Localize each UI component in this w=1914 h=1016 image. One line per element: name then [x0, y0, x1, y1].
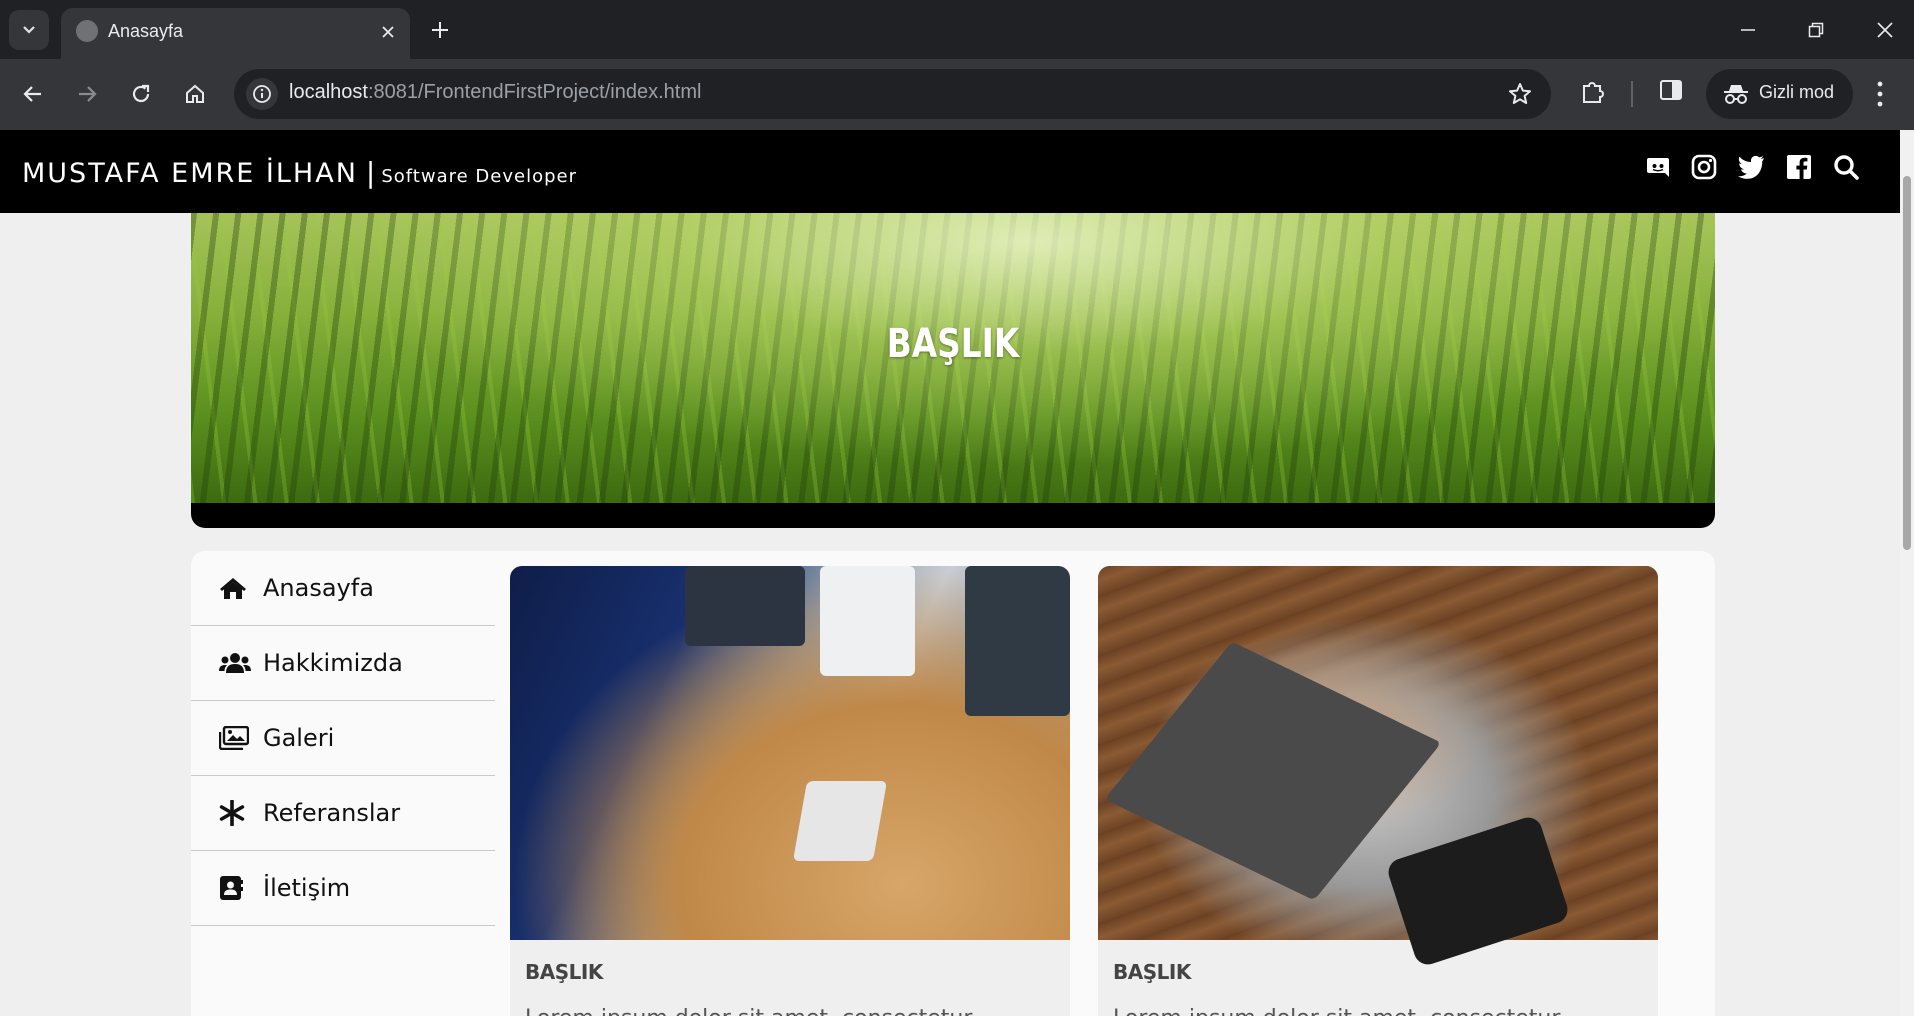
brand-subtitle: Software Developer: [381, 166, 577, 187]
card-title: BAŞLIK: [1113, 960, 1191, 984]
arrow-left-icon: [23, 86, 41, 102]
tab-close-button[interactable]: [375, 19, 401, 45]
phone-shape: [1384, 813, 1572, 969]
new-tab-button[interactable]: [425, 15, 455, 45]
more-vertical-icon: [1877, 81, 1883, 107]
brand-separator: |: [365, 156, 376, 189]
incognito-icon: [1724, 85, 1748, 104]
search-button[interactable]: [1832, 153, 1860, 185]
globe-icon: [76, 20, 98, 42]
restore-icon: [1808, 22, 1824, 38]
laptop-keyboard-shape: [1104, 641, 1442, 901]
puzzle-icon: [1583, 82, 1604, 103]
close-window-button[interactable]: [1862, 10, 1908, 50]
menu-label: Referanslar: [263, 799, 401, 827]
menu-item-galeri[interactable]: Galeri: [191, 701, 495, 776]
banner-title: BAŞLIK: [886, 321, 1020, 367]
url-text[interactable]: localhost:8081/FrontendFirstProject/inde…: [289, 81, 701, 104]
instagram-link[interactable]: [1690, 153, 1718, 185]
minimize-icon: [1741, 29, 1755, 31]
browser-tab-bar: Anasayfa: [0, 0, 1914, 59]
page-scrollbar[interactable]: [1900, 130, 1914, 1016]
arrow-right-icon: [79, 86, 97, 102]
url-path: :8081/FrontendFirstProject/index.html: [367, 81, 702, 103]
search-icon: [1834, 155, 1859, 180]
page-viewport: MUSTAFA EMRE İLHAN | Software Developer BA…: [0, 130, 1900, 1016]
close-icon: [382, 26, 394, 38]
menu-label: Galeri: [263, 724, 335, 752]
discord-link[interactable]: [1644, 153, 1672, 185]
whiteboard-shape: [820, 566, 915, 676]
keyboard-shape: [792, 781, 888, 861]
star-icon: [1509, 83, 1531, 104]
home-icon: [186, 84, 204, 103]
discord-icon: [1647, 158, 1669, 177]
minimize-button[interactable]: [1725, 10, 1771, 50]
site-header: MUSTAFA EMRE İLHAN | Software Developer: [0, 130, 1900, 213]
card-text: Lorem ipsum dolor sit amet, consectetur: [1113, 1006, 1560, 1016]
card-text: Lorem ipsum dolor sit amet, consectetur: [525, 1006, 972, 1016]
twitter-link[interactable]: [1736, 153, 1766, 185]
browser-menu-button[interactable]: [1876, 79, 1884, 113]
close-icon: [1877, 22, 1893, 38]
address-bar[interactable]: localhost:8081/FrontendFirstProject/inde…: [234, 69, 1551, 119]
info-icon: [253, 85, 271, 103]
brand-name: MUSTAFA EMRE İLHAN: [22, 158, 358, 189]
scrollbar-thumb[interactable]: [1903, 176, 1911, 550]
content-area: Anasayfa Hakkimizda Galeri Referanslar İ…: [191, 551, 1715, 1016]
forward-button[interactable]: [68, 75, 106, 113]
menu-item-anasayfa[interactable]: Anasayfa: [191, 551, 495, 626]
restore-button[interactable]: [1793, 10, 1839, 50]
menu-label: Hakkimizda: [263, 649, 403, 677]
monitor-shape: [965, 566, 1070, 716]
side-panel-icon: [1660, 80, 1682, 100]
home-button[interactable]: [176, 75, 214, 113]
menu-label: İletişim: [263, 874, 351, 902]
facebook-icon: [1787, 155, 1811, 179]
hero-banner: BAŞLIK: [191, 213, 1715, 528]
menu-label: Anasayfa: [263, 574, 374, 602]
laptop-typing-image: [1098, 566, 1658, 969]
contact-card-icon: [219, 873, 251, 903]
asterisk-icon: [219, 798, 251, 828]
content-card[interactable]: BAŞLIK Lorem ipsum dolor sit amet, conse…: [1098, 566, 1658, 1016]
extensions-button[interactable]: [1579, 77, 1607, 109]
side-panel-button[interactable]: [1658, 77, 1684, 107]
toolbar-separator: [1631, 81, 1633, 107]
site-brand[interactable]: MUSTAFA EMRE İLHAN | Software Developer: [22, 156, 577, 189]
browser-tab[interactable]: Anasayfa: [61, 8, 410, 59]
incognito-label: Gizli mod: [1759, 82, 1835, 102]
bookmark-star-button[interactable]: [1507, 81, 1533, 111]
images-icon: [219, 723, 251, 753]
site-info-button[interactable]: [246, 78, 278, 110]
card-title: BAŞLIK: [525, 960, 603, 984]
office-workers-image: [510, 566, 1070, 940]
browser-toolbar: localhost:8081/FrontendFirstProject/inde…: [0, 59, 1914, 130]
menu-item-iletisim[interactable]: İletişim: [191, 851, 495, 926]
back-button[interactable]: [14, 75, 52, 113]
plus-icon: [432, 22, 448, 38]
side-menu: Anasayfa Hakkimizda Galeri Referanslar İ…: [191, 551, 495, 926]
url-host: localhost: [289, 81, 368, 103]
users-icon: [219, 648, 251, 678]
tab-title: Anasayfa: [108, 21, 184, 41]
facebook-link[interactable]: [1786, 153, 1812, 185]
menu-item-hakkimizda[interactable]: Hakkimizda: [191, 626, 495, 701]
tab-search-button[interactable]: [9, 10, 49, 50]
reload-icon: [132, 84, 150, 103]
incognito-indicator[interactable]: Gizli mod: [1706, 69, 1853, 119]
home-icon: [219, 573, 251, 603]
menu-item-referanslar[interactable]: Referanslar: [191, 776, 495, 851]
content-card[interactable]: BAŞLIK Lorem ipsum dolor sit amet, conse…: [510, 566, 1070, 1016]
instagram-icon: [1691, 154, 1717, 180]
reload-button[interactable]: [122, 75, 160, 113]
twitter-icon: [1738, 155, 1764, 179]
chevron-down-icon: [23, 26, 35, 34]
monitor-shape: [685, 566, 805, 646]
